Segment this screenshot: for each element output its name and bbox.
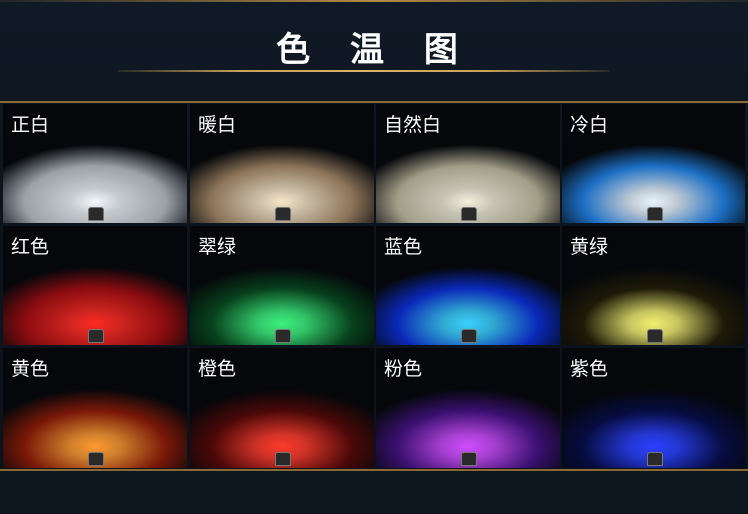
led-icon xyxy=(646,452,663,466)
color-tile: 黄色 xyxy=(3,348,187,468)
tile-label: 翠绿 xyxy=(198,236,237,258)
tile-label: 正白 xyxy=(11,114,50,136)
tile-label: 冷白 xyxy=(570,114,609,136)
color-tile: 蓝色 xyxy=(376,226,560,345)
tile-label: 粉色 xyxy=(384,358,423,380)
color-tile: 正白 xyxy=(3,104,187,223)
tile-label: 橙色 xyxy=(198,358,237,380)
color-tile: 自然白 xyxy=(376,104,560,223)
led-icon xyxy=(275,207,291,221)
title-underline xyxy=(118,70,610,72)
tile-label: 黄绿 xyxy=(570,236,609,258)
color-tile: 暖白 xyxy=(190,104,374,223)
bottom-band xyxy=(0,471,748,514)
led-icon xyxy=(275,329,291,343)
color-tile: 粉色 xyxy=(376,348,560,468)
color-tile: 红色 xyxy=(3,226,187,345)
led-icon xyxy=(88,207,104,221)
color-tile: 橙色 xyxy=(190,348,374,468)
tile-label: 自然白 xyxy=(384,114,442,136)
tile-label: 黄色 xyxy=(11,358,50,380)
color-tile: 紫色 xyxy=(562,348,745,468)
tile-label: 红色 xyxy=(11,236,50,258)
led-icon xyxy=(646,329,663,343)
color-tile: 黄绿 xyxy=(562,226,745,345)
led-icon xyxy=(461,329,477,343)
color-tile: 冷白 xyxy=(562,104,745,223)
tile-label: 蓝色 xyxy=(384,236,423,258)
led-icon xyxy=(88,452,104,466)
grid-top-border xyxy=(0,101,748,103)
tile-label: 暖白 xyxy=(198,114,237,136)
led-icon xyxy=(88,329,104,343)
led-icon xyxy=(461,207,477,221)
led-icon xyxy=(646,207,663,221)
top-gold-line xyxy=(0,0,748,2)
color-tile: 翠绿 xyxy=(190,226,374,345)
page-title: 色 温 图 xyxy=(276,30,472,70)
led-icon xyxy=(275,452,291,466)
led-icon xyxy=(461,452,477,466)
tile-label: 紫色 xyxy=(570,358,609,380)
color-temperature-grid: 正白 暖白 自然白 冷白 红色 翠绿 蓝色 黄绿 黄色 橙色 粉色 紫色 xyxy=(3,104,745,468)
